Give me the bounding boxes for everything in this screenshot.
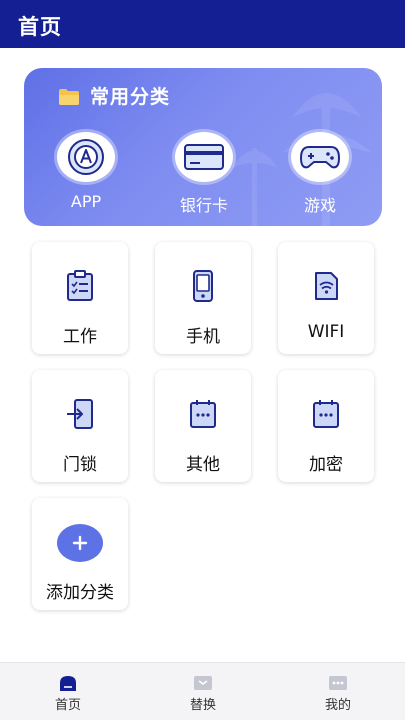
tab-profile-label: 我的 xyxy=(324,698,351,713)
category-game[interactable]: 游戏 xyxy=(280,132,360,218)
category-encrypt[interactable]: 加密 xyxy=(278,370,374,482)
category-phone-label: 手机 xyxy=(186,327,220,347)
door-lock-icon xyxy=(67,399,93,429)
encrypt-icon xyxy=(313,400,339,428)
category-bank-card-label: 银行卡 xyxy=(179,196,228,215)
wifi-icon xyxy=(315,272,338,300)
add-category-label: 添加分类 xyxy=(46,583,114,603)
phone-icon xyxy=(193,270,213,302)
tab-swap-label: 替换 xyxy=(189,698,216,713)
other-icon xyxy=(190,400,216,428)
category-other[interactable]: 其他 xyxy=(155,370,251,482)
category-app-label: APP xyxy=(70,192,102,211)
category-work[interactable]: 工作 xyxy=(32,242,128,354)
category-app[interactable]: APP xyxy=(46,132,126,218)
category-door-lock-label: 门锁 xyxy=(63,455,97,475)
common-categories-title: 常用分类 xyxy=(90,86,171,108)
app-icon xyxy=(57,132,115,182)
tab-swap[interactable]: 替换 xyxy=(163,663,243,720)
category-work-label: 工作 xyxy=(63,327,97,347)
category-encrypt-label: 加密 xyxy=(309,455,343,475)
profile-icon xyxy=(329,676,347,690)
category-other-label: 其他 xyxy=(186,455,220,475)
plus-icon xyxy=(57,524,103,562)
add-category-button[interactable]: 添加分类 xyxy=(32,498,128,610)
gamepad-icon xyxy=(291,132,349,182)
tab-home-label: 首页 xyxy=(54,698,81,713)
bank-card-icon xyxy=(175,132,233,182)
category-bank-card[interactable]: 银行卡 xyxy=(164,132,244,218)
category-wifi[interactable]: WIFI xyxy=(278,242,374,354)
home-icon xyxy=(60,676,76,691)
common-categories-card: 常用分类 APP 银行卡 游戏 xyxy=(24,68,382,226)
page-title: 首页 xyxy=(18,15,62,39)
bottom-tab-bar: 首页 替换 我的 xyxy=(0,662,405,720)
swap-icon xyxy=(194,676,212,690)
folder-icon xyxy=(59,89,79,105)
clipboard-icon xyxy=(67,270,93,301)
category-game-label: 游戏 xyxy=(303,196,336,215)
tab-profile[interactable]: 我的 xyxy=(298,663,378,720)
tab-home[interactable]: 首页 xyxy=(28,663,108,720)
top-bar: 首页 xyxy=(0,0,405,48)
category-phone[interactable]: 手机 xyxy=(155,242,251,354)
category-door-lock[interactable]: 门锁 xyxy=(32,370,128,482)
category-wifi-label: WIFI xyxy=(307,322,345,342)
